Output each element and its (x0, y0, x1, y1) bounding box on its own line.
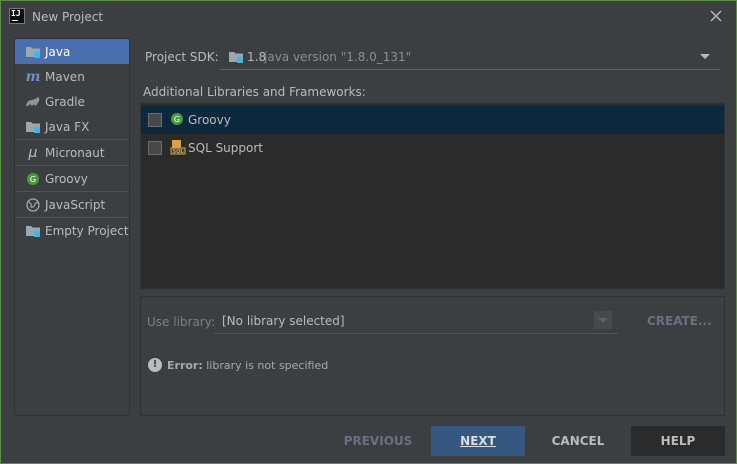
groovy-icon: G (25, 171, 41, 187)
sdk-version-detail: java version "1.8.0_131" (264, 50, 412, 64)
error-title: Error: (167, 359, 203, 372)
sidebar-item-maven[interactable]: m Maven (15, 64, 129, 89)
sidebar-item-javafx[interactable]: Java FX (15, 114, 129, 139)
sidebar-item-label: Java (45, 44, 71, 59)
new-project-dialog: IJ New Project Java m Maven Gradle Java … (0, 0, 737, 464)
library-label: Groovy (188, 113, 231, 127)
folder-icon (228, 50, 244, 67)
sidebar-item-label: Micronaut (45, 145, 105, 160)
previous-button[interactable]: PREVIOUS (334, 426, 422, 456)
create-library-button[interactable]: CREATE... (647, 314, 712, 328)
cancel-button[interactable]: CANCEL (532, 426, 624, 456)
library-dropdown[interactable]: [No library selected] (214, 307, 618, 334)
error-message: Error: library is not specified (167, 359, 328, 372)
groovy-checkbox[interactable] (148, 113, 162, 127)
sidebar-item-micronaut[interactable]: μ Micronaut (15, 140, 129, 165)
chevron-down-icon[interactable] (594, 311, 612, 329)
app-icon-text: IJ (11, 9, 21, 18)
project-sdk-label: Project SDK: (145, 50, 219, 64)
globe-icon (25, 197, 41, 213)
svg-text:G: G (30, 175, 36, 184)
chevron-down-icon (700, 54, 710, 59)
error-icon: ! (148, 358, 162, 372)
library-row-sql-support[interactable]: SQL SQL Support (141, 134, 724, 162)
sidebar-item-label: Maven (45, 69, 85, 84)
svg-text:SQL: SQL (172, 149, 184, 155)
sql-support-checkbox[interactable] (148, 141, 162, 155)
library-row-groovy[interactable]: G Groovy (141, 106, 724, 134)
micronaut-icon: μ (28, 144, 38, 161)
title-bar: IJ New Project (1, 1, 736, 33)
additional-libraries-label: Additional Libraries and Frameworks: (143, 85, 366, 99)
groovy-icon: G (170, 112, 184, 129)
help-button[interactable]: HELP (631, 426, 725, 456)
sidebar-item-empty-project[interactable]: Empty Project (15, 218, 129, 243)
close-icon[interactable] (708, 8, 724, 24)
intellij-logo-icon: IJ (9, 8, 25, 24)
next-button[interactable]: NEXT (431, 426, 525, 456)
sidebar-item-javascript[interactable]: JavaScript (15, 192, 129, 217)
library-dropdown-value: [No library selected] (222, 314, 345, 328)
gradle-icon (25, 94, 41, 110)
sidebar-item-label: Java FX (45, 119, 90, 134)
sidebar-item-groovy[interactable]: G Groovy (15, 166, 129, 191)
sidebar-item-label: JavaScript (45, 197, 106, 212)
sidebar-item-label: Groovy (45, 171, 88, 186)
window-title: New Project (32, 10, 104, 24)
library-config-panel: Use library: [No library selected] CREAT… (140, 296, 725, 416)
sql-icon: SQL (170, 139, 186, 158)
project-sdk-dropdown[interactable]: 1.8 java version "1.8.0_131" (220, 43, 720, 70)
folder-icon (25, 223, 41, 239)
sidebar-item-java[interactable]: Java (15, 39, 129, 64)
maven-icon: m (25, 68, 41, 85)
sidebar-item-label: Empty Project (45, 223, 129, 238)
error-detail: library is not specified (206, 359, 329, 372)
libraries-list: G Groovy SQL SQL Support (140, 103, 725, 289)
use-library-label: Use library: (147, 315, 216, 329)
sidebar-item-gradle[interactable]: Gradle (15, 89, 129, 114)
svg-text:G: G (174, 115, 180, 124)
folder-icon (25, 119, 41, 135)
folder-icon (25, 44, 41, 60)
sidebar-item-label: Gradle (45, 94, 85, 109)
project-type-list: Java m Maven Gradle Java FX μ Micronaut (14, 38, 130, 416)
library-label: SQL Support (188, 141, 263, 155)
